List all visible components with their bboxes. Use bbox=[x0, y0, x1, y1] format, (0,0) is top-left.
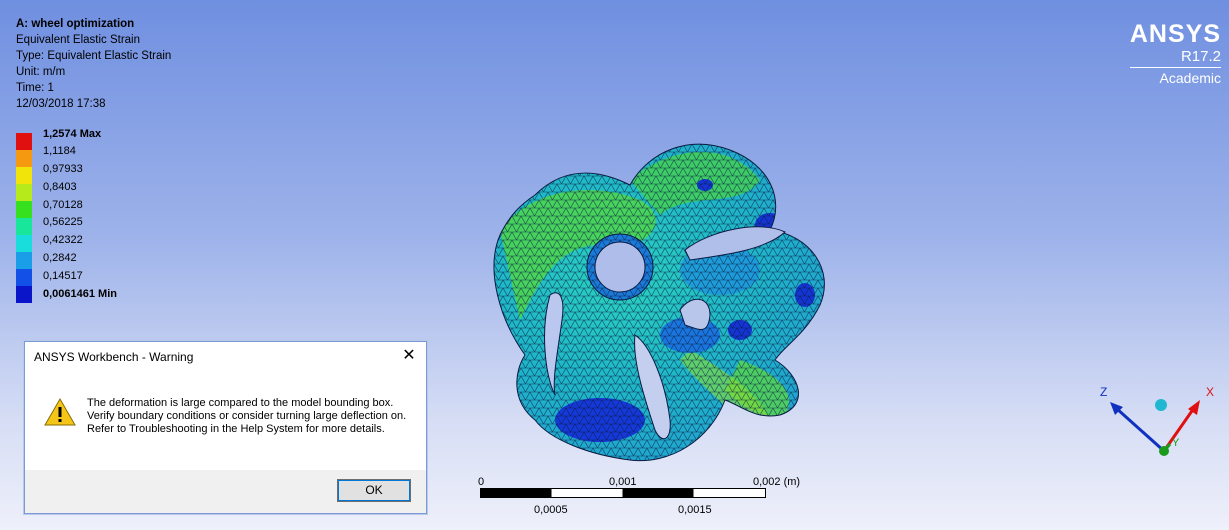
result-type: Type: Equivalent Elastic Strain bbox=[16, 50, 172, 62]
legend-swatch bbox=[16, 150, 32, 167]
legend-label-min: 0,0061461 Min bbox=[43, 288, 117, 300]
ansys-logo: ANSYS R17.2 Academic bbox=[1129, 20, 1221, 87]
warning-icon bbox=[44, 398, 76, 426]
ok-button[interactable]: OK bbox=[337, 479, 411, 502]
result-time: Time: 1 bbox=[16, 82, 54, 94]
scale-label: 0,0015 bbox=[678, 504, 712, 516]
legend-swatch bbox=[16, 184, 32, 201]
legend-label: 0,70128 bbox=[43, 199, 83, 211]
legend-swatch bbox=[16, 218, 32, 235]
scale-label: 0,002 (m) bbox=[753, 476, 801, 488]
result-name: Equivalent Elastic Strain bbox=[16, 34, 141, 46]
scale-bar: 0 0,001 0,002 (m) 0,0005 0,0015 bbox=[478, 474, 818, 519]
scale-label: 0 bbox=[478, 476, 485, 488]
result-info: A: wheel optimization Equivalent Elastic… bbox=[16, 16, 171, 112]
legend-label: 1,1184 bbox=[43, 145, 76, 157]
legend-label: 0,2842 bbox=[43, 252, 77, 264]
scale-bar-graphic bbox=[480, 488, 766, 498]
legend-label-max: 1,2574 Max bbox=[43, 128, 102, 140]
warning-dialog[interactable]: ANSYS Workbench - Warning ✕ The deformat… bbox=[24, 341, 427, 514]
legend-swatch bbox=[16, 167, 32, 184]
dialog-titlebar[interactable]: ANSYS Workbench - Warning ✕ bbox=[25, 342, 426, 372]
scale-label: 0,0005 bbox=[534, 504, 568, 516]
brand-edition: Academic bbox=[1129, 67, 1221, 87]
triad-z-label: Z bbox=[1100, 385, 1107, 399]
legend-swatch bbox=[16, 269, 32, 286]
result-unit: Unit: m/m bbox=[16, 66, 66, 78]
legend-label: 0,56225 bbox=[43, 216, 83, 228]
coordinate-triad[interactable]: Z X Y bbox=[1090, 380, 1220, 470]
legend-swatch-min bbox=[16, 286, 32, 303]
brand-name: ANSYS bbox=[1129, 20, 1221, 48]
iso-view-ball bbox=[1155, 399, 1167, 411]
brand-version: R17.2 bbox=[1180, 48, 1221, 65]
legend-label: 0,14517 bbox=[43, 270, 83, 282]
legend-label: 0,97933 bbox=[43, 163, 83, 175]
legend-swatch bbox=[16, 235, 32, 252]
scale-label: 0,001 bbox=[609, 476, 637, 488]
legend-label: 0,42322 bbox=[43, 234, 83, 246]
triad-y-label: Y bbox=[1172, 437, 1180, 449]
analysis-title: A: wheel optimization bbox=[16, 18, 135, 30]
legend-label: 0,8403 bbox=[43, 181, 77, 193]
dialog-title: ANSYS Workbench - Warning bbox=[34, 350, 194, 364]
dialog-message: The deformation is large compared to the… bbox=[87, 397, 407, 435]
wheel-mesh-model[interactable] bbox=[440, 120, 840, 470]
triad-x-label: X bbox=[1206, 385, 1214, 399]
graphics-viewport[interactable]: A: wheel optimization Equivalent Elastic… bbox=[0, 0, 1229, 530]
hub-hole bbox=[594, 241, 646, 293]
result-date: 12/03/2018 17:38 bbox=[16, 98, 106, 110]
legend-swatch bbox=[16, 201, 32, 218]
legend-swatch bbox=[16, 252, 32, 269]
close-icon[interactable]: ✕ bbox=[400, 347, 418, 365]
legend-swatch-max bbox=[16, 133, 32, 150]
